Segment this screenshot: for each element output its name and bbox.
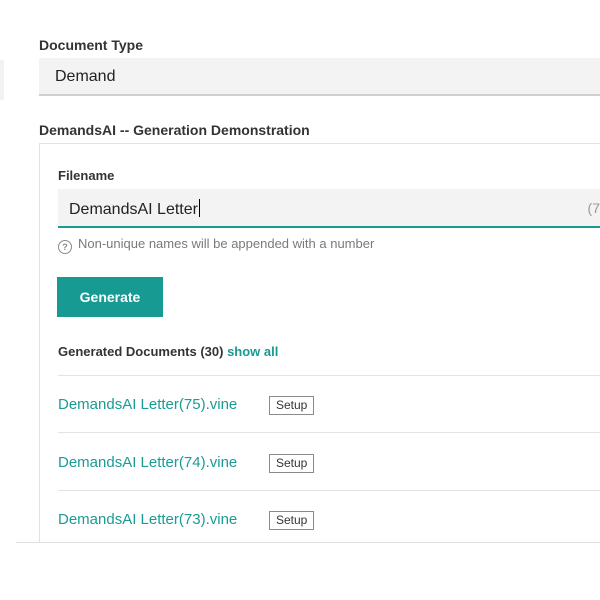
setup-button[interactable]: Setup: [269, 396, 315, 415]
setup-button[interactable]: Setup: [269, 454, 315, 473]
list-divider: [58, 432, 600, 433]
list-divider: [58, 375, 600, 376]
help-text-row: ? Non-unique names will be appended with …: [58, 236, 374, 254]
document-list-item: DemandsAI Letter(75).vine Setup: [58, 392, 600, 422]
document-link[interactable]: DemandsAI Letter(74).vine: [58, 454, 237, 471]
document-link[interactable]: DemandsAI Letter(75).vine: [58, 396, 237, 413]
panel-bottom-divider: [16, 542, 600, 543]
generate-button[interactable]: Generate: [57, 277, 163, 317]
document-link[interactable]: DemandsAI Letter(73).vine: [58, 511, 237, 528]
document-list-item: DemandsAI Letter(73).vine Setup: [58, 507, 600, 537]
section-title: DemandsAI -- Generation Demonstration: [39, 122, 310, 138]
list-divider: [58, 490, 600, 491]
char-count: (7: [587, 200, 600, 216]
filename-label: Filename: [58, 168, 115, 183]
filename-value: DemandsAI Letter: [69, 201, 198, 218]
document-type-value: Demand: [55, 68, 116, 85]
generated-documents-header: Generated Documents (30) show all: [58, 344, 278, 359]
document-type-select[interactable]: Demand: [39, 58, 600, 96]
generated-documents-title: Generated Documents (30): [58, 344, 224, 359]
help-text: Non-unique names will be appended with a…: [78, 236, 375, 251]
question-circle-icon: ?: [58, 240, 72, 254]
text-caret: [198, 199, 200, 217]
filename-input[interactable]: DemandsAI Letter (7: [58, 189, 600, 228]
left-edge-mark: [0, 60, 4, 100]
document-type-label: Document Type: [39, 37, 143, 53]
setup-button[interactable]: Setup: [269, 511, 315, 530]
show-all-link[interactable]: show all: [227, 344, 278, 359]
document-list-item: DemandsAI Letter(74).vine Setup: [58, 450, 600, 480]
